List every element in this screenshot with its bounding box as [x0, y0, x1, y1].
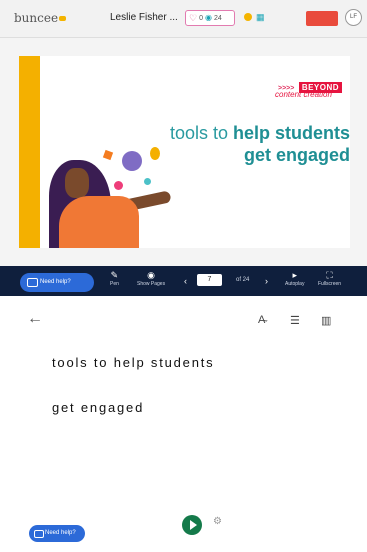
grid-icon[interactable]: ▦ — [256, 12, 265, 23]
next-page-button[interactable]: › — [265, 276, 268, 287]
eye-icon: ◉ — [204, 13, 212, 22]
slide: >>>> BEYOND content creation tools to he… — [19, 56, 350, 248]
stats-badge[interactable]: ♡ 0 ◉ 24 — [185, 10, 235, 26]
reader-play-button[interactable] — [182, 515, 202, 535]
chevron-left-icon: ‹ — [184, 276, 187, 286]
eye-icon: ◉ — [147, 270, 155, 280]
page-number-input[interactable]: 7 — [197, 274, 222, 286]
autoplay-control[interactable]: ▸ Autoplay — [285, 270, 304, 287]
chat-icon — [27, 278, 38, 287]
pen-icon: ✎ — [110, 270, 119, 280]
reader-line-1: tools to help students — [52, 355, 215, 370]
buncee-logo[interactable]: buncee — [14, 11, 67, 25]
play-icon: ▸ — [292, 270, 297, 280]
lightbulb-icon — [150, 147, 160, 160]
logo-dot-icon — [59, 16, 67, 21]
likes-count: 0 — [199, 14, 203, 22]
slide-area: >>>> BEYOND content creation tools to he… — [0, 38, 367, 266]
headline-bold-2: get engaged — [243, 145, 350, 165]
fullscreen-icon: ⛶ — [326, 270, 333, 280]
dot-icon — [144, 178, 151, 185]
fullscreen-control[interactable]: ⛶ Fullscreen — [318, 270, 341, 287]
headline-plain: tools to — [169, 123, 233, 143]
reading-preferences-icon[interactable]: ▥ — [321, 314, 331, 327]
pen-control[interactable]: ✎ Pen — [110, 270, 119, 287]
person-face — [65, 168, 89, 198]
heart-icon[interactable]: ♡ — [189, 13, 197, 23]
slide-accent-bar — [19, 56, 40, 248]
headline-bold-1: help students — [232, 123, 350, 143]
settings-icon[interactable]: ⚙ — [213, 516, 222, 527]
top-bar: buncee Leslie Fisher ... ♡ 0 ◉ 24 ▦ LF — [0, 0, 367, 38]
show-pages-control[interactable]: ◉ Show Pages — [137, 270, 165, 287]
text-preferences-icon[interactable]: A̴ — [258, 314, 265, 326]
back-arrow-icon[interactable]: ← — [27, 310, 43, 328]
person-body — [59, 196, 139, 248]
chevron-right-icon: › — [265, 276, 268, 286]
author-name[interactable]: Leslie Fisher ... — [110, 12, 178, 23]
content-creation-label: content creation — [275, 90, 332, 99]
page-total: of 24 — [236, 277, 250, 283]
shape-icon — [102, 149, 114, 161]
coin-icon[interactable] — [244, 13, 252, 21]
reader-toolbar: ← A̴ ☰ ▥ — [0, 308, 367, 334]
ball-icon — [114, 181, 123, 190]
views-count: 24 — [213, 14, 222, 22]
action-button[interactable] — [306, 11, 338, 26]
reader-need-help-button[interactable]: Need help? — [29, 525, 85, 542]
need-help-button[interactable]: Need help? — [20, 273, 94, 292]
prev-page-button[interactable]: ‹ — [184, 276, 187, 287]
avatar[interactable]: LF — [345, 9, 362, 26]
grammar-options-icon[interactable]: ☰ — [290, 314, 300, 327]
planet-icon — [122, 151, 142, 171]
reader-line-2: get engaged — [52, 400, 145, 415]
chat-icon — [34, 530, 44, 538]
